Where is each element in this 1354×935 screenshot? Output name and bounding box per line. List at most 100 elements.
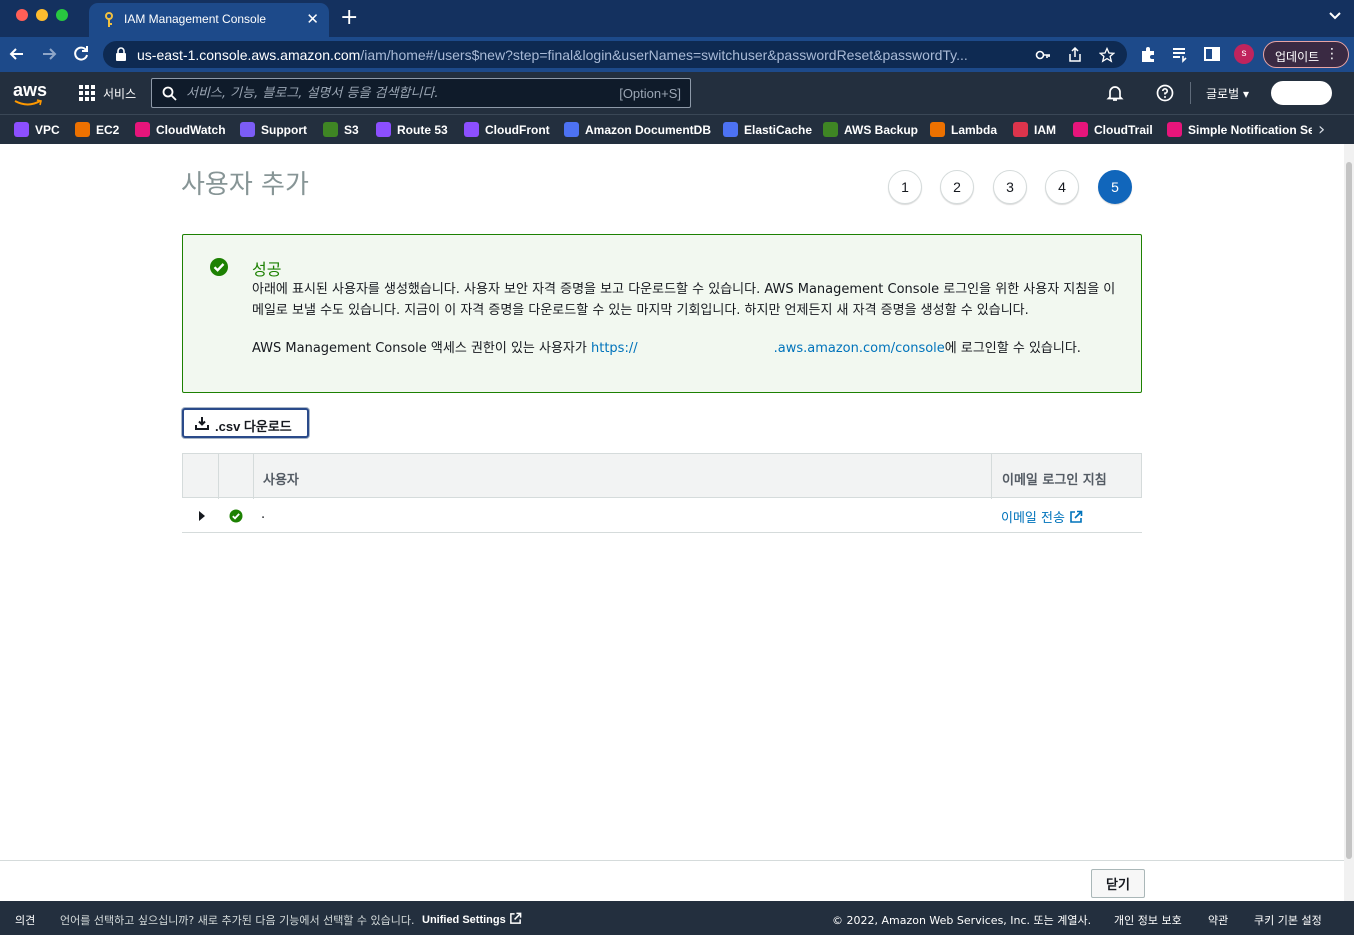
lock-icon bbox=[116, 47, 126, 61]
wizard-step-1[interactable]: 1 bbox=[888, 170, 922, 204]
wizard-step-4[interactable]: 4 bbox=[1045, 170, 1079, 204]
services-grid-icon[interactable] bbox=[79, 85, 95, 101]
side-panel-icon[interactable] bbox=[1203, 45, 1221, 63]
user-name: . bbox=[261, 507, 266, 522]
maximize-window-button[interactable] bbox=[56, 9, 68, 21]
wizard-step-5[interactable]: 5 bbox=[1098, 170, 1132, 204]
favorite-label: VPC bbox=[35, 123, 60, 137]
caret-down-icon: ▾ bbox=[1242, 87, 1249, 101]
ec2-icon bbox=[75, 122, 90, 137]
key-icon bbox=[105, 12, 113, 27]
share-icon[interactable] bbox=[1067, 47, 1083, 63]
bookmark-star-icon[interactable] bbox=[1099, 47, 1115, 63]
page-title: 사용자 추가 bbox=[181, 170, 309, 200]
terms-link[interactable]: 약관 bbox=[1208, 912, 1228, 928]
favorite-label: CloudTrail bbox=[1094, 123, 1153, 137]
sns-icon bbox=[1167, 122, 1182, 137]
wizard-step-3[interactable]: 3 bbox=[993, 170, 1027, 204]
favorite-label: CloudWatch bbox=[156, 123, 226, 137]
elasticache-icon bbox=[723, 122, 738, 137]
alert-body: 아래에 표시된 사용자를 생성했습니다. 사용자 보안 자격 증명을 보고 다운… bbox=[252, 282, 1116, 318]
new-tab-icon[interactable]: + bbox=[340, 5, 358, 30]
unified-settings-link[interactable]: Unified Settings bbox=[422, 912, 522, 926]
browser-tab[interactable]: IAM Management Console ✕ bbox=[89, 3, 329, 37]
aws-logo[interactable]: aws bbox=[13, 80, 47, 101]
favorite-label: Route 53 bbox=[397, 123, 448, 137]
favorite-label: Lambda bbox=[951, 123, 998, 137]
wizard-step-2[interactable]: 2 bbox=[940, 170, 974, 204]
bell-icon[interactable] bbox=[1106, 84, 1124, 102]
send-email-link[interactable]: 이메일 전송 bbox=[1001, 507, 1083, 526]
close-window-button[interactable] bbox=[16, 9, 28, 21]
minimize-window-button[interactable] bbox=[36, 9, 48, 21]
forward-icon[interactable] bbox=[39, 44, 59, 64]
s3-icon bbox=[323, 122, 338, 137]
external-link-icon bbox=[1070, 510, 1083, 523]
extensions-icon[interactable] bbox=[1139, 45, 1157, 63]
back-icon[interactable] bbox=[7, 44, 27, 64]
aws-smile-icon bbox=[14, 99, 42, 106]
signin-suffix: 에 로그인할 수 있습니다. bbox=[944, 341, 1081, 356]
search-icon bbox=[162, 86, 177, 101]
chevron-down-icon[interactable] bbox=[1328, 9, 1342, 23]
route53-icon bbox=[376, 122, 391, 137]
cloudwatch-icon bbox=[135, 122, 150, 137]
caret-right-icon[interactable] bbox=[198, 511, 206, 521]
reading-list-icon[interactable] bbox=[1171, 45, 1189, 63]
column-divider bbox=[991, 454, 992, 499]
download-icon bbox=[195, 417, 209, 430]
page-scrollbar[interactable] bbox=[1344, 144, 1354, 901]
region-selector[interactable]: 글로벌 ▾ bbox=[1206, 85, 1249, 102]
help-icon[interactable] bbox=[1156, 84, 1174, 102]
signin-info: AWS Management Console 액세스 권한이 있는 사용자가 h… bbox=[252, 337, 1081, 356]
favorites-bar: VPC EC2 CloudWatch Support S3 Route 53 C… bbox=[0, 114, 1354, 144]
tab-close-icon[interactable]: ✕ bbox=[306, 10, 319, 28]
search-input[interactable] bbox=[186, 84, 586, 102]
support-icon bbox=[240, 122, 255, 137]
column-header-user[interactable]: 사용자 bbox=[263, 469, 299, 488]
favorite-label: CloudFront bbox=[485, 123, 550, 137]
vpc-icon bbox=[14, 122, 29, 137]
chevron-right-icon[interactable]: › bbox=[1318, 119, 1325, 140]
account-menu[interactable] bbox=[1271, 81, 1332, 105]
search-box[interactable]: [Option+S] bbox=[151, 78, 691, 108]
check-circle-icon bbox=[229, 509, 243, 523]
redacted-account-id bbox=[637, 341, 774, 356]
favorite-label: Amazon DocumentDB bbox=[585, 123, 712, 137]
favorite-label: S3 bbox=[344, 123, 359, 137]
update-label: 업데이트 bbox=[1275, 50, 1320, 64]
url-text: us-east-1.console.aws.amazon.com/iam/hom… bbox=[137, 47, 1027, 63]
reload-icon[interactable] bbox=[71, 44, 91, 64]
feedback-link[interactable]: 의견 bbox=[15, 912, 35, 928]
close-button[interactable]: 닫기 bbox=[1091, 869, 1145, 898]
tab-title: IAM Management Console bbox=[124, 12, 267, 26]
column-header-email-instructions[interactable]: 이메일 로그인 지침 bbox=[1002, 469, 1107, 488]
region-label: 글로벌 bbox=[1206, 87, 1240, 101]
profile-avatar[interactable]: s bbox=[1234, 44, 1254, 64]
header-divider bbox=[1190, 82, 1191, 104]
scrollbar-thumb[interactable] bbox=[1346, 162, 1352, 859]
column-divider bbox=[253, 454, 254, 499]
update-button[interactable]: 업데이트 ⋮ bbox=[1263, 41, 1349, 68]
table-row: . 이메일 전송 bbox=[182, 498, 1142, 533]
more-vert-icon: ⋮ bbox=[1325, 46, 1339, 62]
password-key-icon[interactable] bbox=[1035, 47, 1051, 63]
console-signin-link[interactable]: https:// .aws.amazon.com/console bbox=[591, 341, 945, 356]
favorite-sns[interactable]: Simple Notification Ser bbox=[1167, 121, 1312, 139]
cloudtrail-icon bbox=[1073, 122, 1088, 137]
url-host: us-east-1.console.aws.amazon.com bbox=[137, 47, 361, 63]
download-csv-button[interactable]: .csv 다운로드 bbox=[182, 408, 309, 438]
copyright: © 2022, Amazon Web Services, Inc. 또는 계열사… bbox=[832, 914, 1092, 927]
privacy-link[interactable]: 개인 정보 보호 bbox=[1114, 912, 1182, 928]
cookie-preferences-link[interactable]: 쿠키 기본 설정 bbox=[1254, 912, 1322, 928]
alert-title: 성공 bbox=[252, 260, 282, 279]
site-footer: 의견 언어를 선택하고 싶으십니까? 새로 추가된 다음 기능에서 선택할 수 … bbox=[0, 901, 1354, 935]
services-menu[interactable]: 서비스 bbox=[103, 85, 136, 102]
address-bar[interactable]: us-east-1.console.aws.amazon.com/iam/hom… bbox=[103, 41, 1127, 68]
signin-link-start: https:// bbox=[590, 341, 638, 356]
language-prompt: 언어를 선택하고 싶으십니까? 새로 추가된 다음 기능에서 선택할 수 있습니… bbox=[60, 914, 415, 927]
favorite-label: IAM bbox=[1034, 123, 1056, 137]
favorite-label: AWS Backup bbox=[844, 123, 919, 137]
send-email-label: 이메일 전송 bbox=[1001, 511, 1065, 526]
unified-settings-label: Unified Settings bbox=[422, 914, 506, 926]
